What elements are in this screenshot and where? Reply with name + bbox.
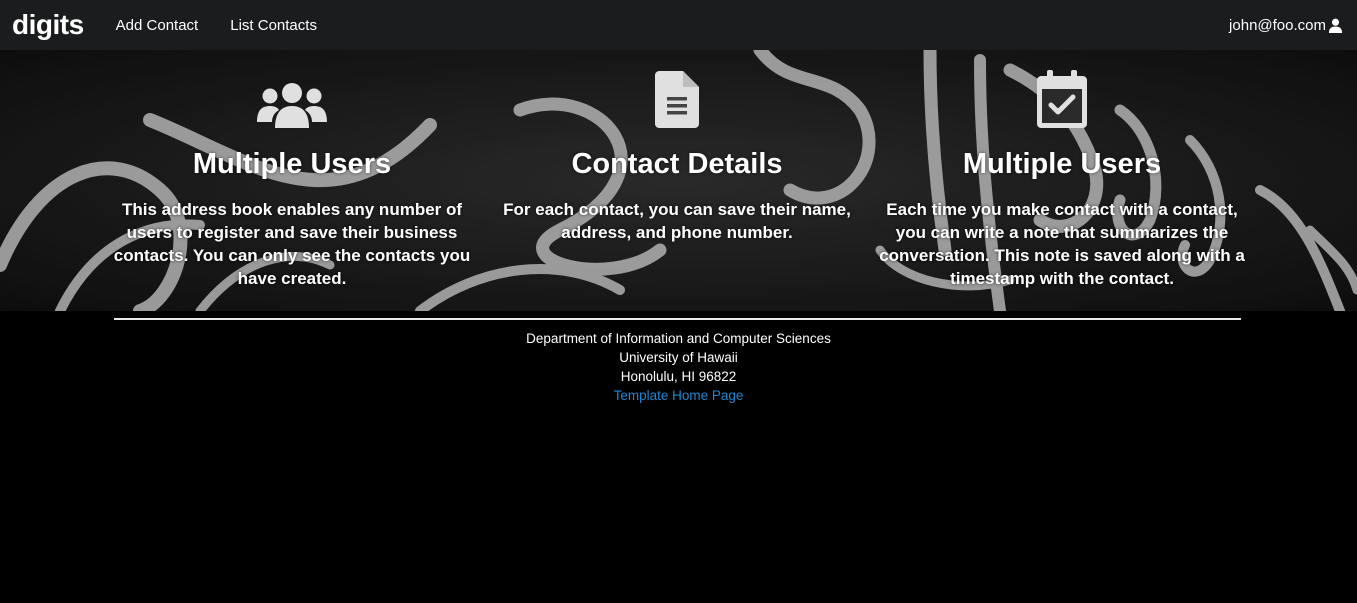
feature-title: Multiple Users	[962, 148, 1162, 180]
file-text-icon	[655, 71, 699, 128]
feature-contact-details: Contact Details For each contact, you ca…	[492, 50, 862, 244]
hero-section: Multiple Users This address book enables…	[0, 50, 1357, 311]
top-navbar: digits Add Contact List Contacts john@fo…	[0, 0, 1357, 50]
nav-list-contacts[interactable]: List Contacts	[230, 17, 317, 34]
feature-title: Multiple Users	[192, 148, 392, 180]
user-icon	[1328, 18, 1343, 33]
feature-description: Each time you make contact with a contac…	[879, 200, 1245, 288]
users-icon	[257, 83, 327, 128]
feature-description: This address book enables any number of …	[113, 200, 471, 288]
footer: Department of Information and Computer S…	[0, 311, 1357, 603]
nav-add-contact[interactable]: Add Contact	[116, 17, 199, 34]
user-email: john@foo.com	[1229, 16, 1326, 34]
footer-address: Honolulu, HI 96822	[620, 369, 737, 384]
footer-text: Department of Information and Computer S…	[0, 329, 1357, 405]
calendar-check-icon	[1037, 70, 1087, 128]
template-home-link[interactable]: Template Home Page	[614, 388, 744, 403]
feature-title: Contact Details	[571, 148, 783, 180]
footer-university: University of Hawaii	[619, 350, 738, 365]
user-menu[interactable]: john@foo.com	[1229, 17, 1345, 34]
footer-department: Department of Information and Computer S…	[526, 331, 831, 346]
brand-logo[interactable]: digits	[12, 0, 84, 50]
feature-description: For each contact, you can save their nam…	[503, 200, 851, 242]
footer-divider	[114, 318, 1241, 320]
feature-notes: Multiple Users Each time you make contac…	[877, 50, 1247, 290]
feature-multiple-users: Multiple Users This address book enables…	[107, 50, 477, 290]
